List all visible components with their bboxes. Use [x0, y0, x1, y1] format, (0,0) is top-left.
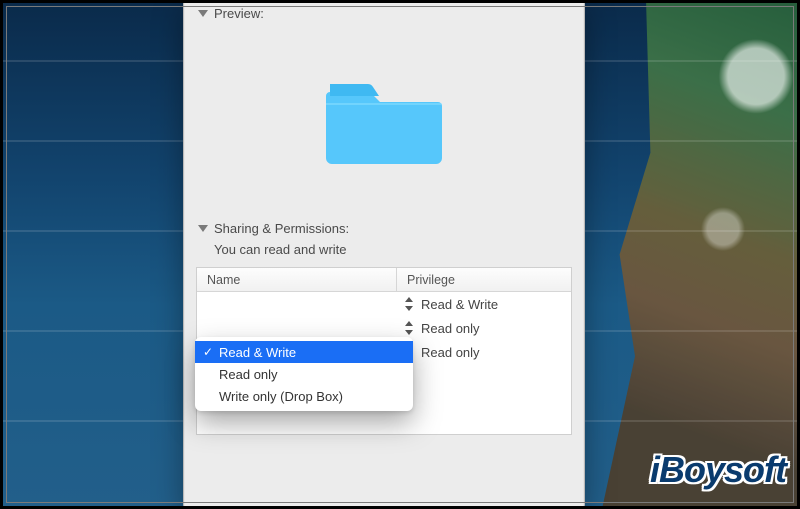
preview-section-title: Preview:	[214, 6, 264, 21]
menu-item-read-write[interactable]: ✓ Read & Write	[195, 341, 413, 363]
menu-item-label: Write only (Drop Box)	[219, 389, 343, 404]
menu-item-write-only[interactable]: Write only (Drop Box)	[195, 385, 413, 407]
privilege-value: Read only	[421, 345, 480, 360]
disclosure-triangle-icon[interactable]	[198, 10, 208, 17]
column-header-privilege[interactable]: Privilege	[397, 268, 571, 291]
sharing-section-header[interactable]: Sharing & Permissions:	[184, 215, 584, 240]
cell-privilege[interactable]: Read only	[397, 321, 571, 336]
wallpaper-landmass	[580, 0, 800, 509]
stepper-icon[interactable]	[405, 321, 415, 335]
checkmark-icon: ✓	[203, 345, 213, 359]
get-info-window: Preview: Sharing & Permissions: You can …	[183, 0, 585, 509]
sharing-subtext: You can read and write	[184, 240, 584, 267]
preview-area	[184, 25, 584, 215]
preview-section-header[interactable]: Preview:	[184, 0, 584, 25]
privilege-value: Read & Write	[421, 297, 498, 312]
table-row[interactable]: Read & Write	[197, 292, 571, 316]
menu-item-label: Read & Write	[219, 345, 296, 360]
privilege-value: Read only	[421, 321, 480, 336]
disclosure-triangle-icon[interactable]	[198, 225, 208, 232]
menu-item-read-only[interactable]: Read only	[195, 363, 413, 385]
stepper-icon[interactable]	[405, 297, 415, 311]
column-header-name[interactable]: Name	[197, 268, 397, 291]
sharing-section-title: Sharing & Permissions:	[214, 221, 349, 236]
watermark-logo: iBoysoft	[650, 449, 786, 491]
permissions-table-header: Name Privilege	[197, 268, 571, 292]
privilege-dropdown-menu[interactable]: ✓ Read & Write Read only Write only (Dro…	[195, 337, 413, 411]
cell-privilege[interactable]: Read only	[397, 345, 571, 360]
menu-item-label: Read only	[219, 367, 278, 382]
folder-icon	[324, 70, 444, 170]
desktop-background: Preview: Sharing & Permissions: You can …	[0, 0, 800, 509]
cell-privilege[interactable]: Read & Write	[397, 297, 571, 312]
